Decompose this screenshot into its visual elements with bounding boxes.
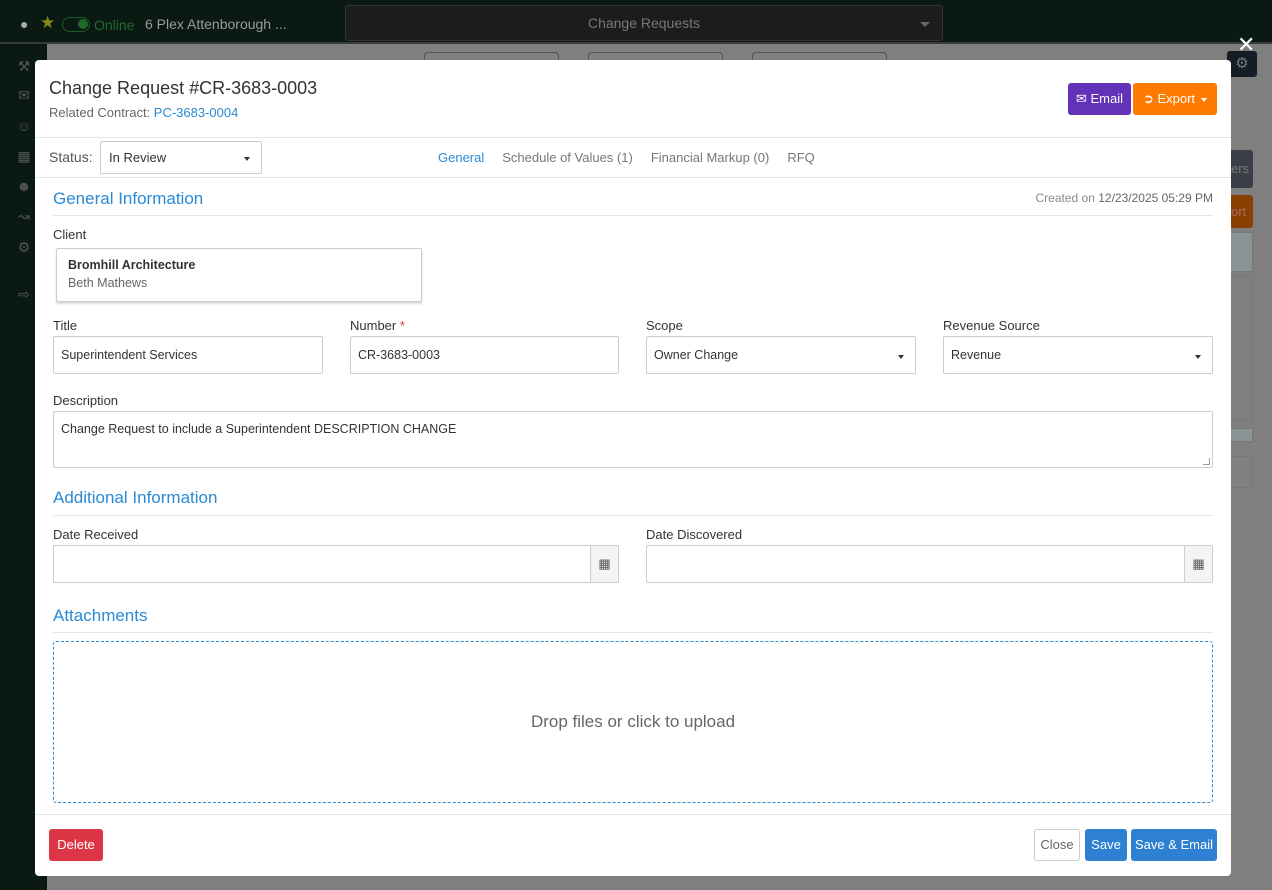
tab-financial-markup[interactable]: Financial Markup (0): [651, 150, 770, 165]
logout-icon[interactable]: ⇨: [15, 286, 33, 304]
mail-icon: ✉: [1075, 91, 1091, 106]
additional-information-heading: Additional Information: [53, 488, 218, 507]
status-select[interactable]: In Review: [100, 141, 262, 174]
background-side-button-label: ort: [1231, 204, 1247, 219]
export-button-label: Export: [1157, 91, 1196, 106]
project-name[interactable]: 6 Plex Attenborough ...: [145, 16, 287, 32]
chevron-down-icon: [920, 22, 930, 27]
star-icon[interactable]: ★: [40, 13, 55, 33]
client-card[interactable]: Bromhill Architecture Beth Mathews: [56, 248, 422, 302]
description-textarea[interactable]: Change Request to include a Superintende…: [53, 411, 1213, 468]
location-pin-icon[interactable]: ●: [20, 16, 31, 32]
tab-schedule-of-values[interactable]: Schedule of Values (1): [502, 150, 633, 165]
export-file-icon: ➲: [1142, 91, 1158, 106]
divider: [35, 814, 1231, 815]
chevron-down-icon: [1195, 355, 1201, 359]
dropzone-text: Drop files or click to upload: [530, 712, 736, 731]
email-button-label: Email: [1090, 91, 1124, 106]
general-information-heading: General Information: [53, 189, 204, 208]
date-received-input[interactable]: ▦: [53, 545, 619, 583]
close-icon[interactable]: ✕: [1237, 34, 1255, 56]
number-input[interactable]: CR-3683-0003: [350, 336, 619, 374]
chevron-down-icon: [244, 157, 250, 161]
number-label: Number *: [350, 318, 405, 333]
created-on: Created on 12/23/2025 05:29 PM: [1036, 191, 1213, 205]
status-value: In Review: [109, 150, 167, 165]
number-label-text: Number: [350, 318, 397, 333]
revenue-source-value: Revenue: [951, 348, 1002, 362]
background-side-button: ers: [1231, 150, 1253, 188]
scope-label: Scope: [646, 318, 683, 333]
background-side-button-label: ers: [1231, 161, 1250, 176]
attachments-heading: Attachments: [53, 606, 148, 625]
tabs: General Schedule of Values (1) Financial…: [438, 150, 815, 165]
status-label: Status:: [49, 149, 93, 165]
gear-icon[interactable]: ⚙: [15, 239, 33, 257]
title-input[interactable]: Superintendent Services: [53, 336, 323, 374]
date-received-label: Date Received: [53, 527, 139, 542]
client-label: Client: [53, 227, 87, 242]
revenue-source-label: Revenue Source: [943, 318, 1040, 333]
divider: [53, 632, 1213, 633]
divider: [53, 515, 1213, 516]
chevron-down-icon: [898, 355, 904, 359]
top-bar: ● ★ Online 6 Plex Attenborough ... Chang…: [0, 0, 1272, 44]
background-panel: [1231, 456, 1253, 488]
client-contact: Beth Mathews: [68, 276, 148, 290]
export-button[interactable]: ➲ Export: [1133, 83, 1217, 115]
created-on-value: 12/23/2025 05:29 PM: [1098, 191, 1213, 205]
client-name: Bromhill Architecture: [68, 258, 196, 272]
scope-value: Owner Change: [654, 348, 739, 362]
calendar-icon[interactable]: ▦: [1184, 546, 1212, 582]
background-panel: [1231, 276, 1253, 421]
title-label: Title: [53, 318, 78, 333]
calendar-icon[interactable]: ▦: [15, 148, 33, 166]
mail-icon[interactable]: ✉: [15, 87, 33, 105]
revenue-source-select[interactable]: Revenue: [943, 336, 1213, 374]
delete-button[interactable]: Delete: [49, 829, 103, 861]
divider: [35, 137, 1231, 138]
close-button[interactable]: Close: [1034, 829, 1080, 861]
related-contract-link[interactable]: PC-3683-0004: [154, 105, 239, 120]
save-button[interactable]: Save: [1085, 829, 1127, 861]
scope-select[interactable]: Owner Change: [646, 336, 916, 374]
save-and-email-button[interactable]: Save & Email: [1131, 829, 1217, 861]
calendar-icon[interactable]: ▦: [590, 546, 618, 582]
tab-rfq[interactable]: RFQ: [787, 150, 814, 165]
related-contract-label: Related Contract:: [49, 105, 154, 120]
required-marker: *: [399, 318, 405, 333]
file-dropzone[interactable]: Drop files or click to upload: [53, 641, 1213, 803]
date-discovered-input[interactable]: ▦: [646, 545, 1213, 583]
online-status: Online: [94, 17, 135, 33]
related-contract: Related Contract: PC-3683-0004: [49, 105, 238, 120]
hammer-icon[interactable]: ⚒: [15, 58, 33, 76]
chevron-down-icon: [1201, 97, 1208, 102]
background-panel: [1231, 428, 1253, 442]
background-panel: [1231, 232, 1253, 272]
divider: [35, 177, 1231, 178]
change-request-modal: Change Request #CR-3683-0003 Related Con…: [35, 60, 1231, 876]
created-on-label: Created on: [1035, 191, 1099, 205]
tab-general[interactable]: General: [438, 150, 484, 165]
description-value: Change Request to include a Superintende…: [61, 422, 457, 436]
module-select-value: Change Requests: [587, 15, 701, 31]
user-clock-icon[interactable]: ☻: [15, 178, 33, 196]
email-button[interactable]: ✉ Email: [1068, 83, 1131, 115]
description-label: Description: [53, 393, 119, 408]
module-select[interactable]: Change Requests: [345, 5, 943, 41]
background-side-button: ort: [1231, 195, 1253, 228]
users-icon[interactable]: ☺: [15, 118, 33, 136]
modal-title: Change Request #CR-3683-0003: [49, 78, 318, 98]
resize-handle[interactable]: [1203, 458, 1210, 465]
date-discovered-label: Date Discovered: [646, 527, 743, 542]
divider: [53, 215, 1213, 216]
online-toggle[interactable]: [62, 17, 90, 32]
chart-icon[interactable]: ↝: [15, 208, 33, 226]
